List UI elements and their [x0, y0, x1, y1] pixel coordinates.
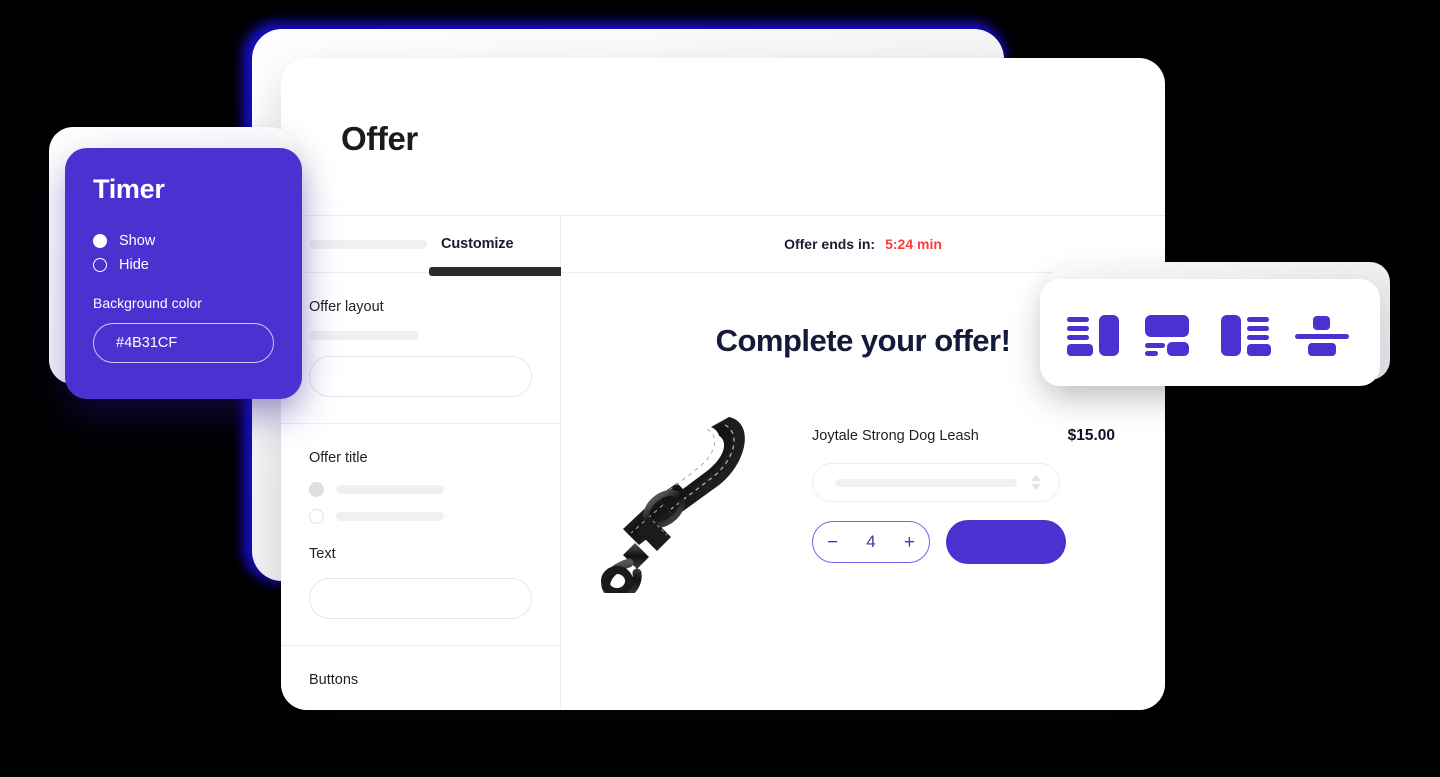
timer-panel-title: Timer — [93, 174, 165, 204]
background-color-label: Background color — [93, 295, 202, 311]
offer-card: Offer Customize Offer layout Offer title — [281, 58, 1165, 710]
section-offer-title-label: Offer title — [309, 450, 368, 466]
product-actions: − 4 + — [812, 520, 1125, 564]
page-title: Offer — [341, 120, 418, 157]
offer-title-option-1[interactable] — [309, 482, 532, 497]
variant-placeholder — [835, 478, 1017, 487]
tab-active-underline — [429, 267, 568, 276]
quantity-stepper[interactable]: − 4 + — [812, 521, 930, 563]
section-text-label: Text — [309, 546, 336, 562]
settings-panel: Customize Offer layout Offer title Text … — [281, 216, 568, 710]
layout-text-left-image-right-icon[interactable] — [1067, 309, 1125, 357]
section-offer-layout: Offer layout — [281, 272, 560, 423]
product-info: Joytale Strong Dog Leash $15.00 − 4 + — [812, 393, 1125, 564]
layout-image-left-text-right-icon[interactable] — [1219, 309, 1277, 357]
offer-timer-value: 5:24 min — [885, 236, 942, 252]
product-image-dog-leash — [579, 393, 794, 593]
tab-customize[interactable]: Customize — [441, 236, 514, 252]
radio-unselected-icon — [93, 258, 107, 272]
offer-timer-label: Offer ends in: — [784, 236, 876, 252]
product-row: Joytale Strong Dog Leash $15.00 − 4 + — [561, 359, 1165, 593]
add-to-cart-button[interactable] — [946, 520, 1066, 564]
settings-tabs: Customize — [281, 216, 568, 276]
quantity-decrease-button[interactable]: − — [827, 533, 838, 552]
layout-picker — [1040, 279, 1380, 386]
screenshot-stage: Offer Customize Offer layout Offer title — [0, 0, 1440, 777]
offer-title-option-2[interactable] — [309, 509, 532, 524]
quantity-value: 4 — [866, 532, 876, 551]
product-name: Joytale Strong Dog Leash — [812, 428, 979, 444]
section-buttons-label: Buttons — [309, 672, 359, 688]
timer-option-hide-label: Hide — [119, 257, 149, 273]
chevron-updown-icon — [1031, 475, 1041, 490]
tab-placeholder[interactable] — [309, 239, 427, 249]
timer-option-show[interactable]: Show — [93, 233, 274, 249]
offer-title-option-2-placeholder — [336, 512, 444, 521]
layout-stacked-centered-icon[interactable] — [1295, 309, 1353, 357]
product-top-row: Joytale Strong Dog Leash $15.00 — [812, 427, 1125, 445]
layout-image-top-text-bottom-icon[interactable] — [1143, 309, 1201, 357]
radio-filled-icon — [309, 482, 324, 497]
offer-title-option-1-placeholder — [336, 485, 444, 494]
offer-layout-input[interactable] — [309, 356, 532, 397]
timer-settings-panel: Timer Show Hide Background color #4B31CF — [65, 148, 302, 399]
timer-option-hide[interactable]: Hide — [93, 257, 274, 273]
radio-empty-icon — [309, 509, 324, 524]
product-price: $15.00 — [1067, 427, 1115, 444]
offer-card-body: Customize Offer layout Offer title Text … — [281, 216, 1165, 710]
section-buttons: Buttons — [281, 645, 560, 710]
quantity-increase-button[interactable]: + — [904, 533, 915, 552]
offer-layout-placeholder — [309, 331, 419, 340]
offer-card-header: Offer — [281, 58, 1165, 216]
section-offer-title: Offer title Text — [281, 423, 560, 645]
timer-option-show-label: Show — [119, 233, 156, 249]
background-color-input[interactable]: #4B31CF — [93, 323, 274, 363]
product-variant-select[interactable] — [812, 463, 1060, 502]
text-input[interactable] — [309, 578, 532, 619]
radio-selected-icon — [93, 234, 107, 248]
section-offer-layout-label: Offer layout — [309, 299, 384, 315]
